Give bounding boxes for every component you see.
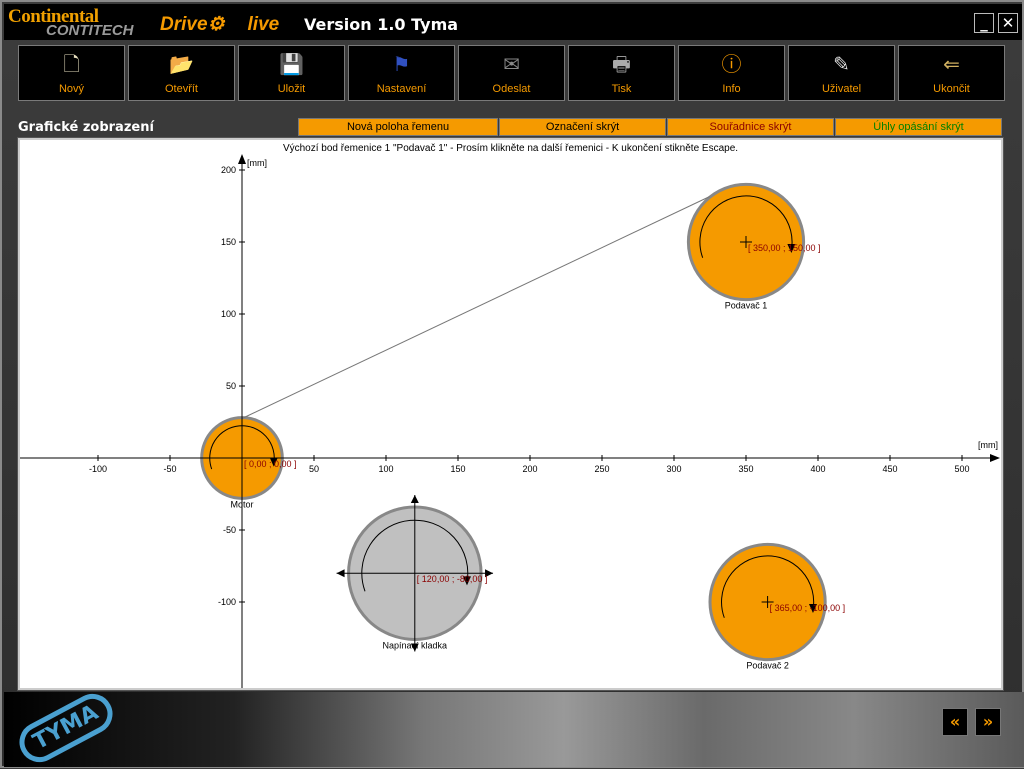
pulley-coordinates: [ 120,00 ; -80,00 ] (417, 574, 488, 584)
pulley-coordinates: [ 350,00 ; 150,00 ] (748, 243, 821, 253)
new-belt-position-button[interactable]: Nová poloha řemenu (298, 118, 498, 136)
toolbar-button-5[interactable]: 🖶 Tisk (568, 45, 675, 101)
logo-alive: live (247, 14, 280, 35)
pulley-coordinates: [ 365,00 ; -100,00 ] (770, 603, 846, 613)
hide-wrap-angles-button[interactable]: Úhly opásání skrýt (835, 118, 1002, 136)
toolbar-label: Info (722, 83, 741, 95)
save-disk-icon: 💾 (279, 52, 304, 76)
drawing-canvas[interactable]: Výchozí bod řemenice 1 "Podavač 1" - Pro… (17, 137, 1004, 691)
belt-line (241, 196, 710, 419)
move-arrow-icon (336, 569, 345, 578)
x-axis-arrow-icon (990, 454, 1000, 462)
x-tick-label: 500 (954, 464, 969, 474)
logo-drive: Drive (160, 14, 208, 35)
move-arrow-icon (410, 494, 419, 503)
toolbar-button-7[interactable]: ✎ Uživatel (788, 45, 895, 101)
x-tick-label: 350 (738, 464, 753, 474)
x-tick-label: 250 (594, 464, 609, 474)
x-tick-label: 100 (378, 464, 393, 474)
y-axis-arrow-icon (238, 154, 246, 164)
x-tick-label: 450 (882, 464, 897, 474)
new-document-icon: 🗋 (63, 52, 80, 76)
x-tick-label: 300 (666, 464, 681, 474)
x-tick-label: 150 (450, 464, 465, 474)
y-tick-label: 100 (221, 309, 236, 319)
y-tick-label: 50 (226, 381, 236, 391)
next-button[interactable]: » (975, 708, 1001, 736)
user-edit-icon: ✎ (833, 52, 850, 76)
toolbar-label: Otevřít (164, 83, 198, 95)
language-flags-icon: ⚑ (392, 52, 411, 76)
toolbar-label: Tisk (611, 83, 632, 95)
toolbar-button-4[interactable]: ✉ Odeslat (458, 45, 565, 101)
open-folder-icon: 📂 (169, 52, 194, 76)
pulley-label: Podavač 1 (725, 301, 768, 311)
y-tick-label: -100 (218, 597, 236, 607)
toolbar-button-1[interactable]: 📂 Otevřít (128, 45, 235, 101)
toolbar-label: Ukončit (933, 83, 970, 95)
toolbar-button-2[interactable]: 💾 Uložit (238, 45, 345, 101)
x-tick-label: -100 (89, 464, 107, 474)
drivealive-logo: Drive⚙ live (160, 13, 279, 36)
hide-coordinates-button[interactable]: Souřadnice skrýt (667, 118, 834, 136)
send-mail-icon: ✉ (503, 52, 520, 76)
toolbar-button-3[interactable]: ⚑ Nastavení (348, 45, 455, 101)
y-tick-label: -50 (223, 525, 236, 535)
app-window: Continental CONTITECH Drive⚙ live Version… (0, 0, 1024, 769)
pulley-label: Podavač 2 (746, 661, 789, 671)
window-title: Version 1.0 Tyma (304, 15, 459, 34)
minimize-button[interactable]: _ (974, 13, 994, 33)
x-tick-label: 200 (522, 464, 537, 474)
y-tick-label: 200 (221, 165, 236, 175)
tyma-logo: TYMA (12, 686, 120, 769)
toolbar-button-8[interactable]: ⇐ Ukončit (898, 45, 1005, 101)
pulley-coordinates: [ 0,00 ; 0,00 ] (244, 459, 297, 469)
hide-labels-button[interactable]: Označení skrýt (499, 118, 666, 136)
x-tick-label: 50 (309, 464, 319, 474)
layout-plot[interactable]: [ 0,00 ; 0,00 ]Motor[ 350,00 ; 150,00 ]P… (20, 140, 1001, 688)
previous-button[interactable]: « (942, 708, 968, 736)
contitech-logo: CONTITECH (46, 22, 134, 39)
toolbar-label: Nový (58, 83, 85, 95)
x-tick-label: -50 (163, 464, 176, 474)
toolbar-button-6[interactable]: ⓘ Info (678, 45, 785, 101)
title-bar: Continental CONTITECH Drive⚙ live Version… (4, 4, 1022, 40)
exit-door-icon: ⇐ (943, 52, 960, 76)
toolbar-label: Nastavení (376, 83, 427, 95)
y-tick-label: 150 (221, 237, 236, 247)
toolbar-button-0[interactable]: 🗋 Nový (18, 45, 125, 101)
x-tick-label: 400 (810, 464, 825, 474)
section-title: Grafické zobrazení (18, 120, 154, 135)
toolbar-label: Uložit (277, 83, 306, 95)
footer: TYMA « » (4, 686, 1024, 769)
y-axis-unit: [mm] (247, 158, 267, 168)
printer-icon: 🖶 (612, 52, 631, 76)
toolbar-label: Odeslat (492, 83, 531, 95)
close-button[interactable]: ✕ (998, 13, 1018, 33)
toolbar-label: Uživatel (821, 83, 862, 95)
pulley-label: Napínací kladka (383, 640, 448, 650)
x-axis-unit: [mm] (978, 440, 998, 450)
info-icon: ⓘ (721, 52, 742, 76)
belt-logo-icon: ⚙ (207, 14, 225, 35)
